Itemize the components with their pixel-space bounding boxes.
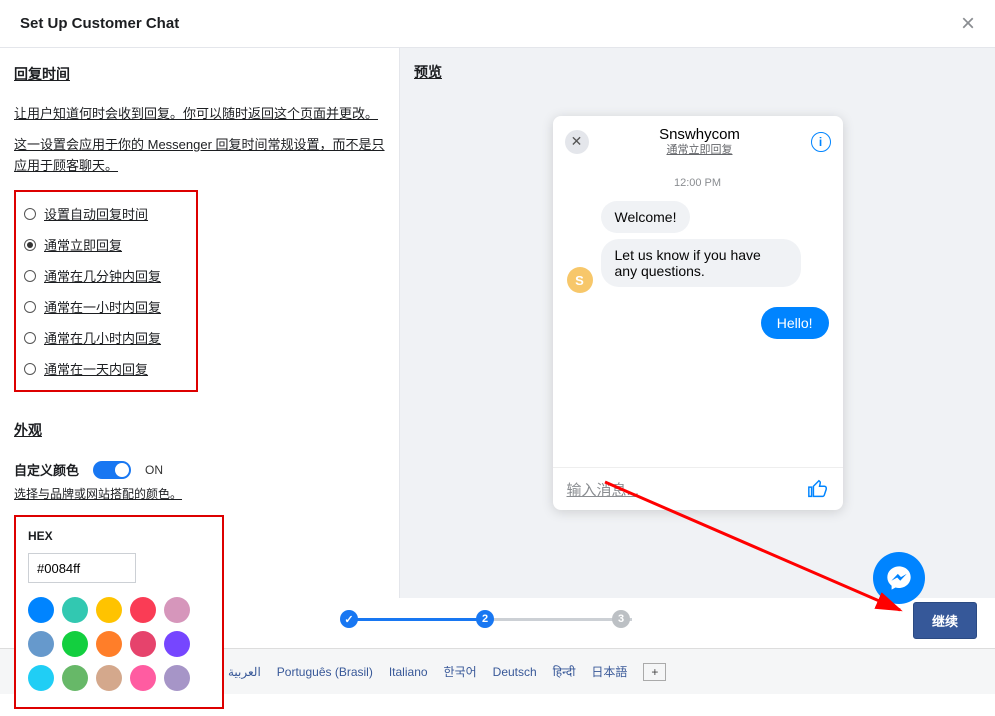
hex-label: HEX [28, 529, 210, 543]
chat-page-name: Snswhycom [589, 126, 811, 144]
chat-msg-outgoing: Hello! [761, 307, 829, 339]
color-swatch[interactable] [164, 631, 190, 657]
lang-link[interactable]: 한국어 [444, 663, 477, 680]
reply-option-label: 通常在一天内回复 [44, 359, 148, 378]
color-swatch[interactable] [28, 665, 54, 691]
dialog-title: Set Up Customer Chat [20, 15, 179, 32]
reply-time-desc-1: 让用户知道何时会收到回复。你可以随时返回这个页面并更改。 [14, 104, 385, 125]
reply-option-hours[interactable]: 通常在几小时内回复 [22, 322, 190, 353]
color-swatch[interactable] [62, 631, 88, 657]
info-icon[interactable]: i [811, 132, 831, 152]
reply-option-label: 通常立即回复 [44, 235, 122, 254]
color-swatch[interactable] [164, 665, 190, 691]
color-swatch[interactable] [96, 597, 122, 623]
custom-color-label: 自定义颜色 [14, 460, 79, 479]
reply-time-desc-2: 这一设置会应用于你的 Messenger 回复时间常规设置，而不是只应用于顾客聊… [14, 135, 385, 177]
toggle-on-text: ON [145, 463, 163, 477]
close-icon[interactable]: × [961, 10, 975, 38]
color-swatch[interactable] [130, 665, 156, 691]
messenger-fab[interactable] [873, 552, 925, 604]
reply-option-auto[interactable]: 设置自动回复时间 [22, 198, 190, 229]
color-swatch[interactable] [62, 665, 88, 691]
section-reply-time-heading: 回复时间 [14, 62, 385, 90]
chat-preview-card: ✕ Snswhycom 通常立即回复 i 12:00 PM Welcome! S… [553, 116, 843, 510]
reply-time-options: 设置自动回复时间 通常立即回复 通常在几分钟内回复 通常在一小时内回复 通常在几… [14, 190, 198, 392]
chat-close-icon[interactable]: ✕ [565, 130, 589, 154]
section-appearance-heading: 外观 [14, 420, 385, 440]
chat-input-placeholder[interactable]: 输入消息... [567, 479, 640, 500]
step-2: 2 [476, 610, 494, 628]
reply-option-day[interactable]: 通常在一天内回复 [22, 353, 190, 384]
hex-color-panel: HEX [14, 515, 224, 709]
preview-panel: 预览 ✕ Snswhycom 通常立即回复 i 12:00 PM Welcome… [400, 48, 995, 598]
hex-input[interactable] [28, 553, 136, 583]
reply-option-label: 设置自动回复时间 [44, 204, 148, 223]
color-swatches [28, 597, 210, 691]
color-swatch[interactable] [130, 631, 156, 657]
chat-reply-sub: 通常立即回复 [589, 144, 811, 157]
continue-button[interactable]: 继续 [913, 602, 977, 639]
lang-link[interactable]: 日本語 [591, 663, 627, 680]
color-swatch[interactable] [28, 597, 54, 623]
preview-heading: 预览 [414, 62, 955, 82]
lang-link[interactable]: Italiano [389, 665, 428, 679]
reply-option-label: 通常在一小时内回复 [44, 297, 161, 316]
step-3: 3 [612, 610, 630, 628]
chat-msg-incoming-1: Welcome! [601, 201, 691, 233]
chat-avatar: S [567, 267, 593, 293]
lang-link[interactable]: Deutsch [493, 665, 537, 679]
reply-option-hour[interactable]: 通常在一小时内回复 [22, 291, 190, 322]
lang-link[interactable]: Português (Brasil) [277, 665, 373, 679]
color-swatch[interactable] [28, 631, 54, 657]
color-swatch[interactable] [164, 597, 190, 623]
chat-timestamp: 12:00 PM [567, 177, 829, 189]
lang-link[interactable]: हिन्दी [553, 663, 576, 680]
reply-option-minutes[interactable]: 通常在几分钟内回复 [22, 260, 190, 291]
color-swatch[interactable] [96, 665, 122, 691]
color-swatch[interactable] [96, 631, 122, 657]
custom-color-desc: 选择与品牌或网站搭配的颜色。 [14, 485, 385, 502]
step-1-done-icon [340, 610, 358, 628]
color-swatch[interactable] [130, 597, 156, 623]
lang-link[interactable]: العربية [228, 665, 261, 679]
reply-option-label: 通常在几小时内回复 [44, 328, 161, 347]
chat-msg-incoming-2: Let us know if you have any questions. [601, 239, 801, 287]
like-icon[interactable] [807, 478, 829, 500]
reply-option-label: 通常在几分钟内回复 [44, 266, 161, 285]
custom-color-toggle[interactable] [93, 461, 131, 479]
add-language-button[interactable]: + [643, 663, 666, 681]
reply-option-instant[interactable]: 通常立即回复 [22, 229, 190, 260]
color-swatch[interactable] [62, 597, 88, 623]
